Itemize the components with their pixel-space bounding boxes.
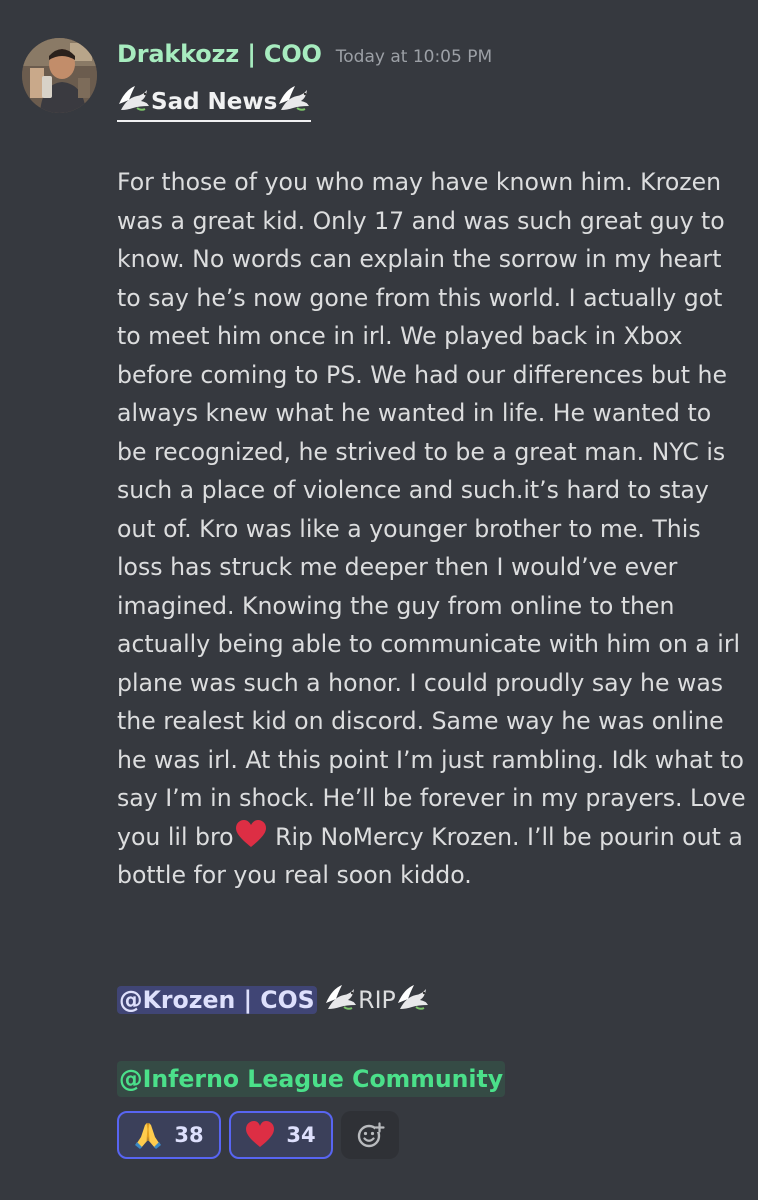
avatar-photo: [22, 38, 97, 113]
dove-icon: [326, 985, 357, 1010]
message-body: For those of you who may have known him.…: [117, 163, 747, 895]
folded-hands-icon: [135, 1122, 162, 1149]
user-mention[interactable]: @Krozen | COS: [117, 986, 317, 1014]
chat-message: Drakkozz | COO Today at 10:05 PM Sad New…: [0, 0, 758, 1200]
reaction-folded-hands[interactable]: 38: [117, 1111, 221, 1159]
role-mention[interactable]: @Inferno League Community: [117, 1061, 506, 1097]
message-header: Drakkozz | COO Today at 10:05 PM: [117, 40, 492, 68]
dove-icon: [397, 985, 428, 1010]
mention-line: @Krozen | COS RIP: [117, 982, 430, 1018]
reactions-bar: 38 34: [117, 1111, 399, 1159]
reaction-red-heart[interactable]: 34: [229, 1111, 333, 1159]
dove-icon: [119, 86, 149, 111]
add-reaction-button[interactable]: [341, 1111, 399, 1159]
add-reaction-icon: [357, 1122, 385, 1148]
reaction-count: 34: [286, 1123, 316, 1147]
user-avatar[interactable]: [22, 38, 97, 113]
timestamp: Today at 10:05 PM: [335, 47, 493, 67]
message-title: Sad News: [117, 84, 312, 122]
body-text: For those of you who may have known him.…: [117, 168, 746, 851]
red-heart-icon: [235, 819, 266, 847]
dove-icon: [279, 86, 310, 111]
title-text: Sad News: [151, 89, 278, 115]
reaction-count: 38: [174, 1123, 204, 1147]
red-heart-icon: [246, 1121, 275, 1147]
username[interactable]: Drakkozz | COO: [117, 40, 322, 68]
rip-text: RIP: [358, 986, 396, 1014]
